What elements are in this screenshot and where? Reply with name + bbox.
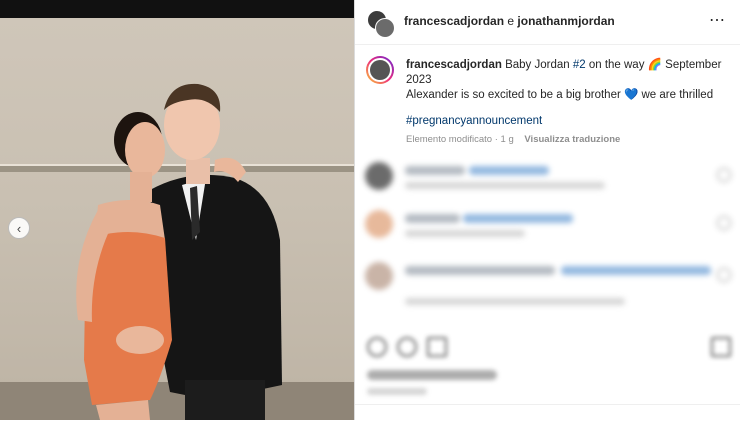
comment-item <box>365 262 735 306</box>
comment-item <box>365 162 735 206</box>
username-link[interactable]: francescadjordan <box>404 14 504 28</box>
hands <box>116 326 164 354</box>
chevron-left-icon: ‹ <box>16 220 22 236</box>
caption-line-2: Alexander is so excited to be a big brot… <box>406 89 714 101</box>
avatar <box>365 262 393 290</box>
caption-avatar[interactable] <box>366 56 394 84</box>
post-time: 1 g <box>500 134 514 145</box>
caption-meta: Elemento modificato · 1 g Visualizza tra… <box>406 134 621 145</box>
post-date <box>367 388 427 395</box>
share-icon[interactable] <box>427 337 447 357</box>
collab-avatars[interactable] <box>367 10 395 38</box>
caption-username[interactable]: francescadjordan <box>406 59 502 71</box>
comment-icon[interactable] <box>397 337 417 357</box>
post-photo[interactable]: ‹ <box>0 0 354 420</box>
username-link[interactable]: jonathanmjordan <box>517 14 614 28</box>
man-trousers <box>185 380 265 420</box>
man-suit <box>150 174 282 400</box>
man-neck <box>186 158 210 184</box>
heart-icon[interactable] <box>367 337 387 357</box>
carousel-previous-button[interactable]: ‹ <box>8 217 30 239</box>
collab-usernames: francescadjordan e jonathanmjordan <box>404 14 615 28</box>
post-details-panel: francescadjordan e jonathanmjordan ⋯ fra… <box>355 0 740 420</box>
see-translation-button[interactable]: Visualizza traduzione <box>524 134 620 145</box>
more-options-icon[interactable]: ⋯ <box>709 10 726 30</box>
caption-text: Baby Jordan <box>501 59 573 71</box>
edited-label: Elemento modificato <box>406 134 493 145</box>
avatar <box>365 210 393 238</box>
likes-count[interactable] <box>367 370 497 380</box>
avatar <box>370 60 390 80</box>
post-header: francescadjordan e jonathanmjordan ⋯ <box>355 0 740 45</box>
avatar <box>375 18 395 38</box>
conjunction-text: e <box>507 14 515 28</box>
woman-neck <box>130 172 152 202</box>
hashtag-link[interactable]: #pregnancyannouncement <box>406 115 542 127</box>
caption-hashtag-link[interactable]: #2 <box>573 59 586 71</box>
couple-figure <box>76 83 282 420</box>
comment-item <box>365 210 735 254</box>
heart-icon[interactable] <box>717 216 731 230</box>
bookmark-icon[interactable] <box>711 337 731 357</box>
woman-head <box>125 122 165 178</box>
post-caption: francescadjordan Baby Jordan #2 on the w… <box>406 58 724 103</box>
post-action-bar <box>365 337 735 361</box>
add-comment-bar[interactable] <box>355 404 740 421</box>
avatar <box>365 162 393 190</box>
heart-icon[interactable] <box>717 268 731 282</box>
heart-icon[interactable] <box>717 168 731 182</box>
